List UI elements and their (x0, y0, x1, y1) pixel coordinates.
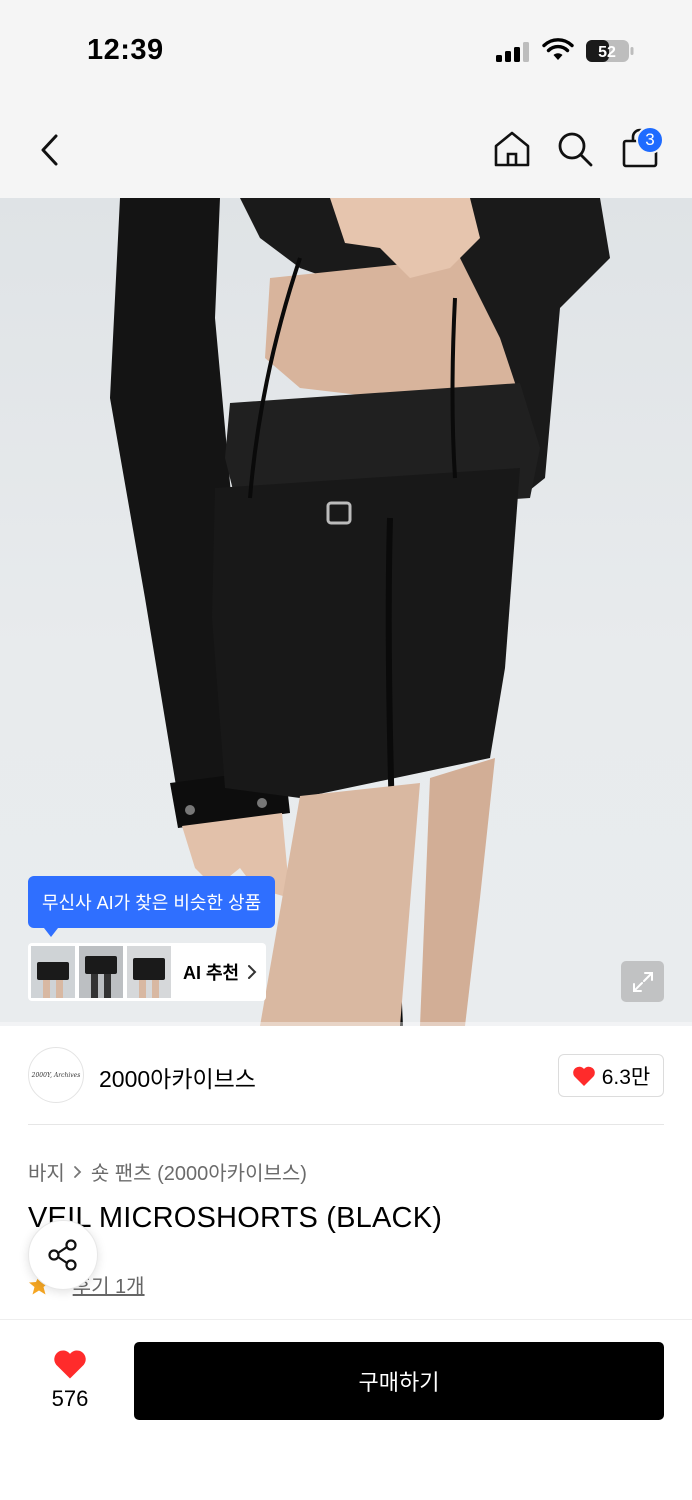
breadcrumb-category[interactable]: 바지 (28, 1157, 65, 1186)
share-icon (48, 1239, 77, 1271)
back-button[interactable] (30, 130, 70, 170)
brand-like-count: 6.3만 (601, 1065, 651, 1089)
expand-icon (632, 971, 653, 992)
breadcrumb-subcategory[interactable]: 숏 팬츠 (2000아카이브스) (91, 1157, 307, 1186)
product-title: VEIL MICROSHORTS (BLACK) (28, 1202, 443, 1234)
brand-logo[interactable]: 2000Y, Archives (28, 1047, 84, 1103)
status-time: 12:39 (87, 34, 164, 66)
home-button[interactable] (491, 128, 533, 170)
cellular-signal-icon (496, 42, 529, 62)
heart-icon (572, 1066, 595, 1086)
share-button[interactable] (28, 1220, 98, 1290)
ai-thumbnail (31, 946, 75, 998)
home-icon (494, 131, 530, 167)
brand-like-button[interactable]: 6.3만 (558, 1054, 664, 1097)
cart-count-badge: 3 (636, 126, 664, 154)
search-button[interactable] (554, 128, 596, 170)
ai-thumbnail (79, 946, 123, 998)
wishlist-button[interactable]: 576 (40, 1348, 100, 1412)
ai-thumbnail (127, 946, 171, 998)
ai-recommendation-button[interactable]: AI 추천 (28, 943, 266, 1001)
back-chevron-icon (41, 134, 58, 166)
bottom-action-bar: 576 구매하기 (0, 1319, 692, 1500)
brand-row: 2000Y, Archives 2000아카이브스 6.3만 (0, 1026, 692, 1124)
brand-name[interactable]: 2000아카이브스 (99, 1060, 256, 1094)
expand-image-button[interactable] (621, 961, 664, 1002)
heart-icon (54, 1350, 86, 1379)
ai-recommend-label: AI 추천 (183, 959, 257, 985)
ai-similar-products-tooltip: 무신사 AI가 찾은 비슷한 상품 (28, 876, 276, 937)
status-bar: 12:39 52 (0, 0, 692, 100)
battery-level: 52 (598, 44, 616, 61)
chevron-right-icon (73, 1165, 82, 1178)
search-icon (558, 132, 593, 167)
divider (28, 1124, 664, 1125)
wishlist-count: 576 (51, 1386, 89, 1411)
chevron-right-icon (248, 965, 257, 979)
battery-icon: 52 (586, 40, 634, 62)
buy-button[interactable]: 구매하기 (134, 1342, 664, 1420)
breadcrumb: 바지 숏 팬츠 (2000아카이브스) (28, 1157, 307, 1186)
wifi-icon (542, 38, 574, 60)
top-nav-bar (0, 100, 692, 198)
